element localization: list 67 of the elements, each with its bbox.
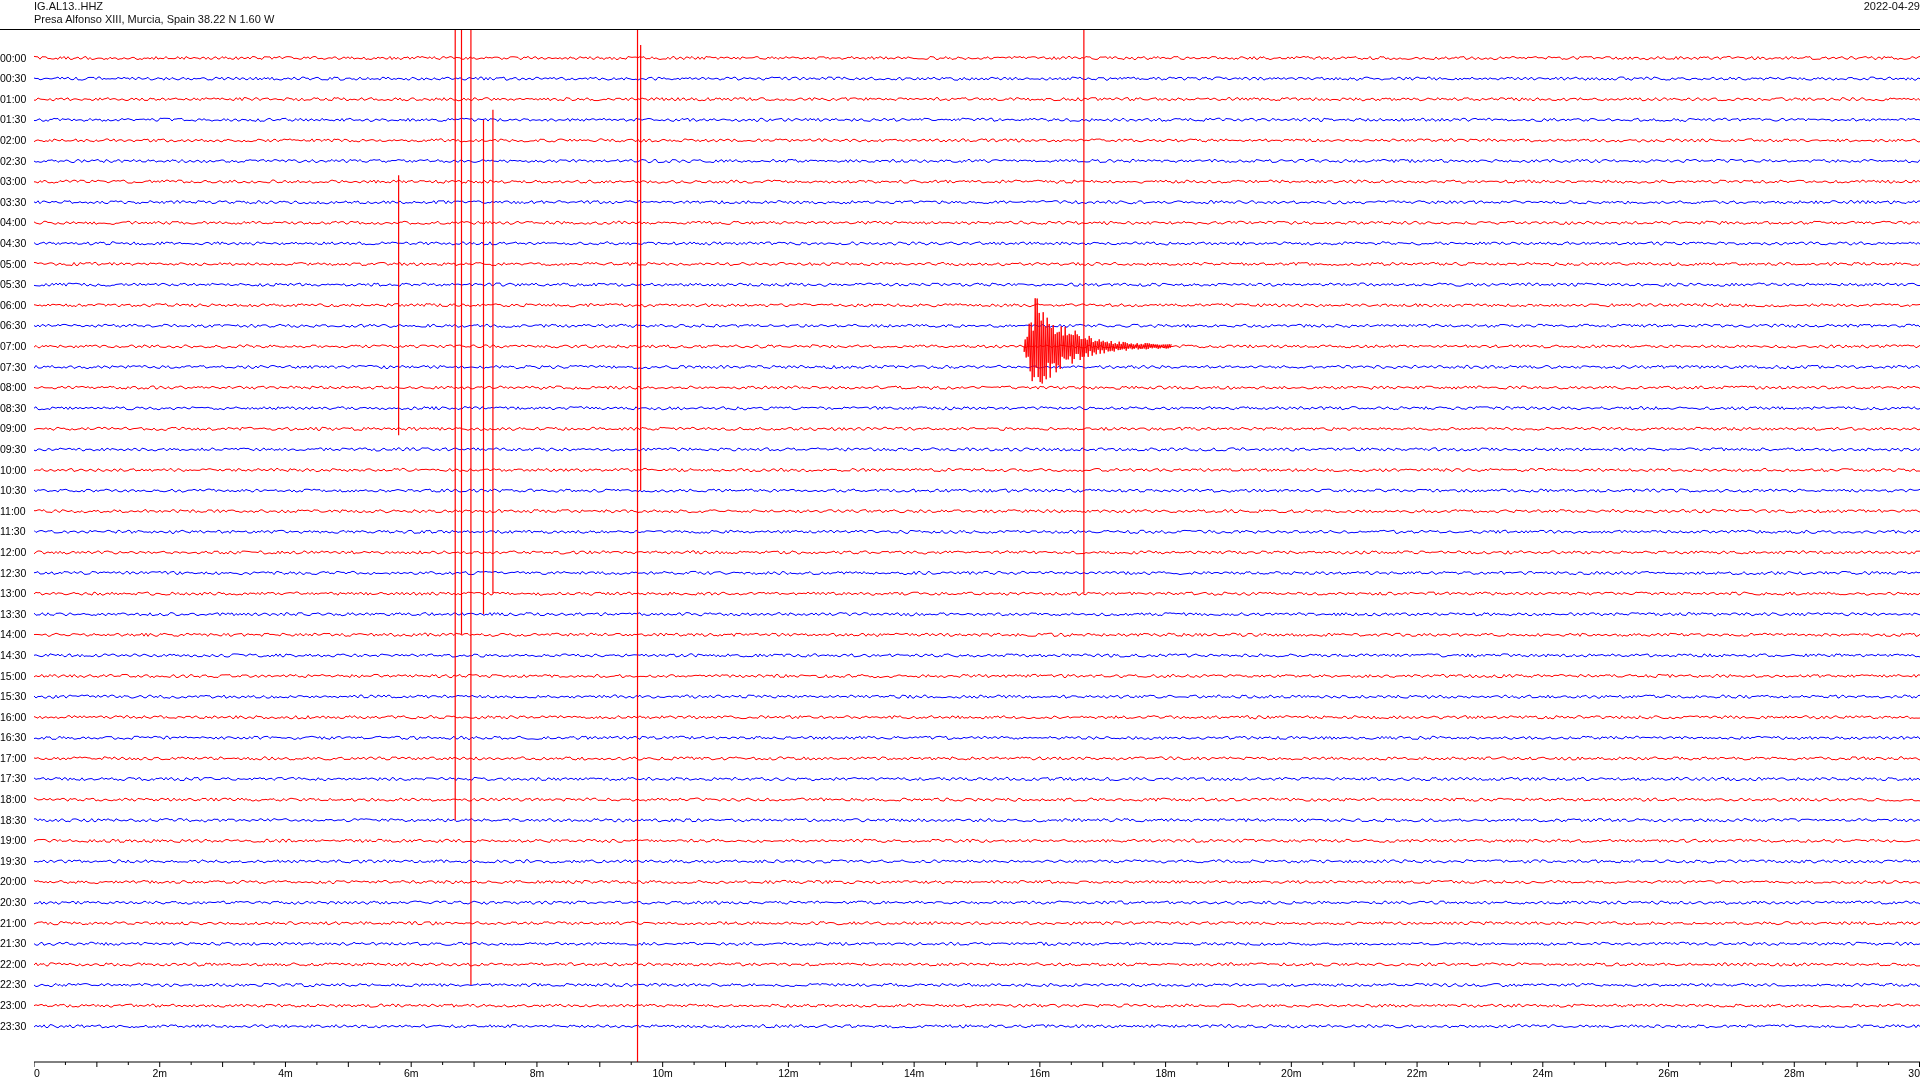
time-label: 11:00 (0, 503, 27, 519)
time-label: 16:30 (0, 730, 28, 746)
time-label: 21:00 (0, 915, 28, 931)
time-label: 22:00 (0, 956, 28, 972)
axis-label: 0 (34, 1067, 40, 1079)
time-label: 21:30 (0, 936, 28, 952)
time-label: 07:30 (0, 359, 28, 375)
time-label: 09:00 (0, 421, 28, 437)
axis-label: 30 (1908, 1067, 1920, 1079)
time-label: 14:00 (0, 627, 28, 643)
time-label: 02:00 (0, 133, 28, 149)
time-label: 13:30 (0, 606, 28, 622)
axis-label: 26m (1658, 1067, 1679, 1079)
time-label: 18:30 (0, 812, 28, 828)
time-label: 23:30 (0, 1018, 28, 1034)
time-label: 01:00 (0, 91, 28, 107)
time-label: 17:30 (0, 771, 28, 787)
axis-label: 14m (903, 1067, 925, 1079)
station-location: Presa Alfonso XIII, Murcia, Spain 38.22 N 1.60 W (34, 13, 275, 26)
axis-label: 16m (1029, 1067, 1051, 1079)
time-label: 11:30 (0, 524, 27, 540)
time-label: 19:30 (0, 853, 28, 869)
time-label: 09:30 (0, 441, 28, 457)
axis-label: 20m (1281, 1067, 1302, 1079)
time-label: 13:00 (0, 586, 28, 602)
axis-label: 12m (778, 1067, 799, 1079)
time-label: 10:30 (0, 483, 28, 499)
time-label: 12:00 (0, 544, 28, 560)
time-label: 10:00 (0, 462, 28, 478)
time-label: 04:30 (0, 236, 28, 252)
time-label: 00:30 (0, 71, 28, 87)
station-code: IG.AL13..HHZ (34, 0, 105, 13)
time-label: 01:30 (0, 112, 28, 128)
record-date: 2022-04-29 (1863, 0, 1920, 13)
axis-label: 6m (403, 1067, 419, 1079)
axis-label: 4m (278, 1067, 293, 1079)
time-label: 20:30 (0, 895, 28, 911)
time-label: 23:00 (0, 998, 28, 1013)
axis-label: 10m (652, 1067, 673, 1079)
time-label: 17:00 (0, 750, 28, 766)
time-label: 22:30 (0, 977, 28, 993)
axis-label: 22m (1406, 1067, 1428, 1079)
time-label: 19:00 (0, 833, 28, 849)
time-label: 06:30 (0, 318, 28, 334)
time-label: 05:00 (0, 256, 28, 272)
axis-label: 24m (1532, 1067, 1553, 1079)
time-label: 08:30 (0, 400, 28, 416)
time-label: 18:00 (0, 792, 28, 808)
time-label: 20:00 (0, 874, 28, 890)
time-label: 08:00 (0, 380, 28, 396)
axis-label: 8m (529, 1067, 545, 1079)
time-label: 15:00 (0, 668, 28, 684)
time-label: 14:30 (0, 647, 28, 663)
time-label: 04:00 (0, 215, 28, 231)
time-label: 06:00 (0, 297, 28, 313)
axis-label: 2m (152, 1067, 168, 1079)
time-label: 12:30 (0, 565, 28, 581)
time-label: 15:30 (0, 689, 28, 705)
time-label: 16:00 (0, 709, 28, 725)
time-label: 03:30 (0, 194, 28, 210)
axis-label: 28m (1784, 1067, 1805, 1079)
time-label: 05:30 (0, 277, 28, 293)
axis-label: 18m (1155, 1067, 1176, 1079)
time-label: 00:00 (0, 50, 28, 66)
time-label: 03:00 (0, 174, 28, 190)
time-label: 02:30 (0, 153, 28, 169)
time-label: 07:00 (0, 339, 28, 354)
